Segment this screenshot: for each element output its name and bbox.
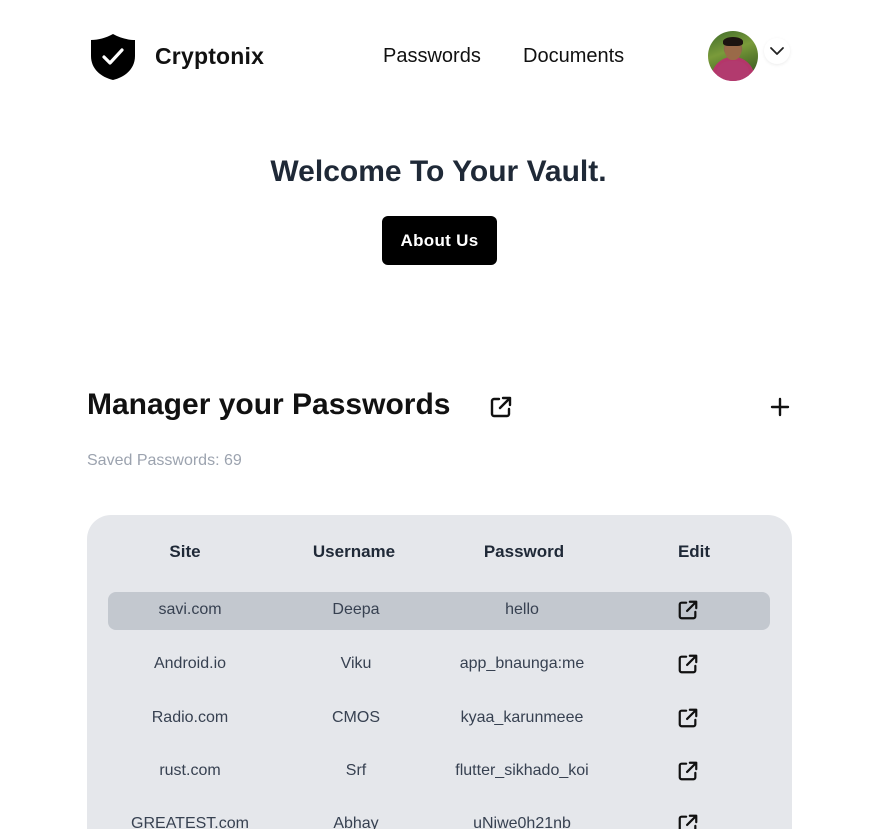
user-menu-toggle[interactable]: [764, 38, 790, 64]
edit-row-icon[interactable]: [677, 813, 699, 829]
cell-site: Android.io: [153, 655, 227, 672]
passwords-table: Site Username Password Edit savi.com Dee…: [87, 515, 792, 829]
top-navbar: Cryptonix Passwords Documents: [0, 0, 877, 110]
table-row[interactable]: Android.io Viku app_bnaunga:me: [108, 646, 770, 684]
cell-site: rust.com: [159, 762, 221, 779]
table-row[interactable]: rust.com Srf flutter_sikhado_koi: [108, 753, 770, 791]
edit-row-icon[interactable]: [677, 707, 699, 729]
plus-icon: [770, 397, 790, 417]
saved-passwords-count: Saved Passwords: 69: [87, 452, 242, 469]
add-password-button[interactable]: [767, 394, 793, 420]
section-title: Manager your Passwords: [87, 388, 451, 421]
table-row[interactable]: savi.com Deepa hello: [108, 592, 770, 630]
column-header-password: Password: [483, 542, 565, 561]
cell-password: flutter_sikhado_koi: [455, 762, 589, 779]
cell-password: hello: [505, 601, 539, 618]
brand-logo[interactable]: Cryptonix: [89, 32, 264, 82]
cell-username: Deepa: [332, 601, 380, 618]
shield-check-icon: [91, 34, 135, 80]
nav-passwords-link[interactable]: Passwords: [383, 45, 481, 68]
cell-username: Abhay: [333, 815, 379, 829]
about-us-button[interactable]: About Us: [382, 216, 497, 265]
cell-password: app_bnaunga:me: [459, 655, 585, 672]
column-header-username: Username: [312, 542, 396, 561]
vault-page: Cryptonix Passwords Documents Welcome To…: [0, 0, 877, 829]
external-link-icon[interactable]: [489, 395, 513, 419]
column-header-edit: Edit: [677, 542, 711, 561]
edit-row-icon[interactable]: [677, 599, 699, 621]
cell-site: GREATEST.com: [131, 815, 249, 829]
cell-site: Radio.com: [151, 709, 229, 726]
nav-documents-link[interactable]: Documents: [523, 45, 624, 68]
cell-password: kyaa_karunmeee: [460, 709, 584, 726]
avatar-body: [717, 61, 749, 81]
edit-row-icon[interactable]: [677, 760, 699, 782]
brand-name: Cryptonix: [155, 43, 265, 69]
chevron-down-icon: [770, 47, 784, 55]
user-avatar[interactable]: [708, 31, 758, 81]
avatar-hair: [723, 37, 743, 46]
cell-username: Srf: [345, 762, 367, 779]
column-header-site: Site: [169, 542, 201, 561]
cell-password: uNiwe0h21nb: [473, 815, 571, 829]
cell-username: Viku: [340, 655, 372, 672]
table-row[interactable]: Radio.com CMOS kyaa_karunmeee: [108, 700, 770, 738]
cell-site: savi.com: [158, 601, 222, 618]
edit-row-icon[interactable]: [677, 653, 699, 675]
cell-username: CMOS: [332, 709, 380, 726]
table-row[interactable]: GREATEST.com Abhay uNiwe0h21nb: [108, 806, 770, 829]
hero-title: Welcome To Your Vault.: [270, 155, 607, 188]
